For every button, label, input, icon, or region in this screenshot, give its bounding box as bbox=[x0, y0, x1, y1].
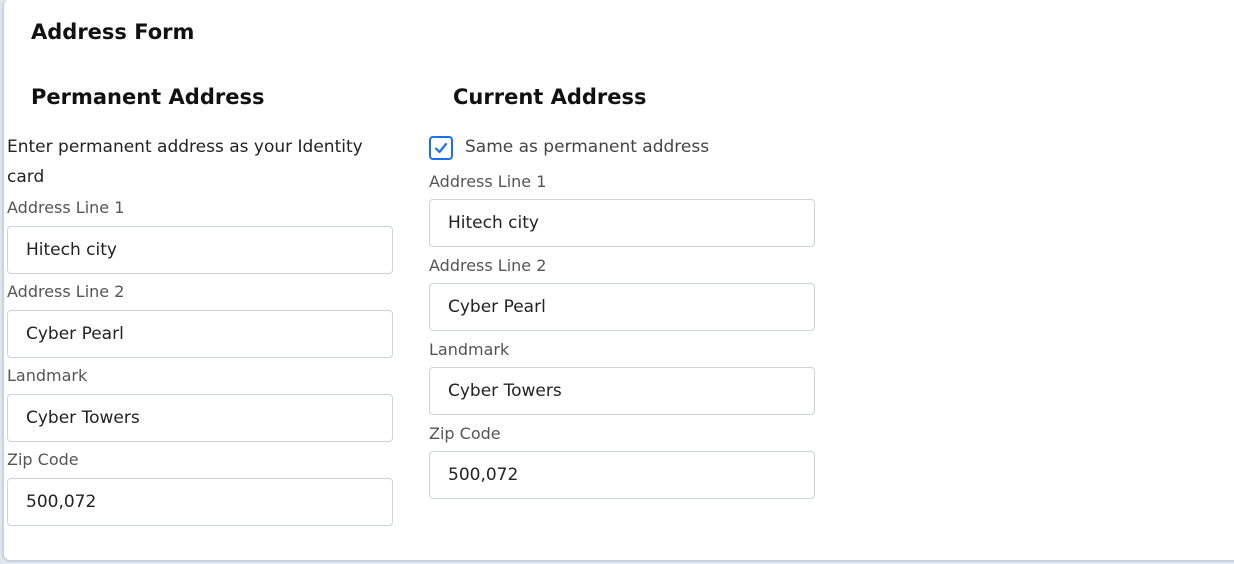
current-address-line1-label: Address Line 1 bbox=[429, 172, 547, 191]
permanent-address-line2-label: Address Line 2 bbox=[7, 282, 125, 301]
same-as-permanent-label[interactable]: Same as permanent address bbox=[465, 137, 709, 157]
permanent-address-line1-label: Address Line 1 bbox=[7, 198, 125, 217]
current-landmark-label: Landmark bbox=[429, 340, 510, 359]
permanent-landmark-label: Landmark bbox=[7, 366, 88, 385]
current-landmark-input[interactable] bbox=[429, 367, 815, 415]
address-form-window: Address Form Permanent Address Enter per… bbox=[2, 0, 1234, 562]
permanent-landmark-input[interactable] bbox=[7, 394, 393, 442]
checkmark-icon bbox=[434, 142, 448, 154]
same-as-permanent-checkbox[interactable] bbox=[429, 136, 453, 160]
form-title: Address Form bbox=[31, 20, 195, 44]
current-address-heading: Current Address bbox=[453, 85, 647, 109]
current-zip-input[interactable] bbox=[429, 451, 815, 499]
permanent-address-line2-input[interactable] bbox=[7, 310, 393, 358]
current-address-line2-label: Address Line 2 bbox=[429, 256, 547, 275]
permanent-zip-label: Zip Code bbox=[7, 450, 79, 469]
permanent-address-line1-input[interactable] bbox=[7, 226, 393, 274]
permanent-address-description: Enter permanent address as your Identity… bbox=[7, 137, 363, 187]
current-zip-label: Zip Code bbox=[429, 424, 501, 443]
current-address-line1-input[interactable] bbox=[429, 199, 815, 247]
permanent-zip-input[interactable] bbox=[7, 478, 393, 526]
permanent-address-heading: Permanent Address bbox=[31, 85, 265, 109]
current-address-line2-input[interactable] bbox=[429, 283, 815, 331]
